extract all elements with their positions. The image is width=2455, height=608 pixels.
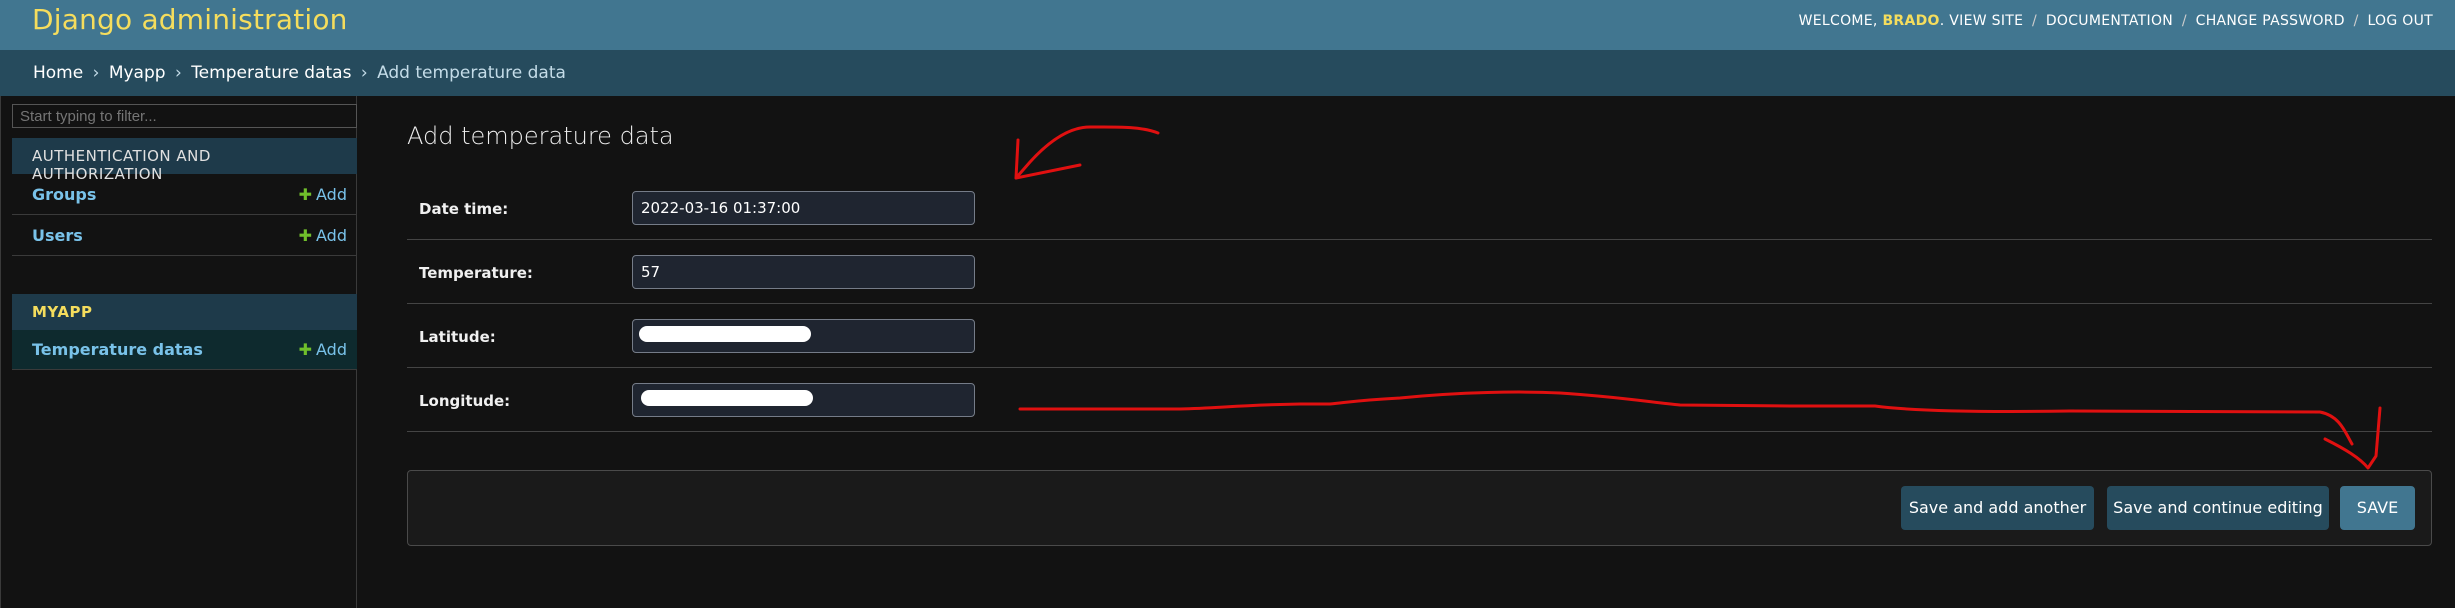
submit-row: Save and add another Save and continue e… — [407, 470, 2432, 546]
welcome-text: WELCOME, — [1798, 13, 1878, 29]
sidebar-item-users: Users ✚ Add — [12, 215, 357, 256]
form-row-latitude: Latitude: — [407, 304, 2432, 368]
save-button[interactable]: SAVE — [2340, 486, 2415, 530]
breadcrumb-current: Add temperature data — [377, 63, 566, 83]
plus-icon: ✚ — [298, 185, 313, 204]
module-caption-auth[interactable]: AUTHENTICATION AND AUTHORIZATION — [12, 138, 357, 183]
save-and-continue-button[interactable]: Save and continue editing — [2107, 486, 2329, 530]
temperature-label: Temperature: — [419, 264, 533, 282]
annotation-arrow-top — [1014, 125, 1160, 180]
nav-sidebar: AUTHENTICATION AND AUTHORIZATION Groups … — [0, 96, 357, 608]
site-branding[interactable]: Django administration — [32, 3, 348, 36]
date-time-input[interactable] — [632, 191, 975, 225]
longitude-label: Longitude: — [419, 392, 511, 410]
longitude-input[interactable] — [632, 383, 975, 417]
module-caption-myapp[interactable]: MYAPP — [12, 294, 357, 330]
documentation-link[interactable]: DOCUMENTATION — [2046, 13, 2173, 29]
sidebar-item-temperature-datas: Temperature datas ✚ Add — [12, 330, 357, 370]
nav-filter-input[interactable] — [12, 104, 357, 128]
add-temperature-data-link[interactable]: ✚ Add — [299, 340, 347, 359]
plus-icon: ✚ — [298, 340, 313, 359]
form-row-longitude: Longitude: — [407, 368, 2432, 432]
breadcrumb: Home › Myapp › Temperature datas › Add t… — [0, 50, 2455, 96]
add-user-link[interactable]: ✚ Add — [299, 226, 347, 245]
form-row-date-time: Date time: — [407, 176, 2432, 240]
change-password-link[interactable]: CHANGE PASSWORD — [2196, 13, 2345, 29]
redaction-mark — [641, 390, 813, 406]
user-tools: WELCOME, BRADO. VIEW SITE / DOCUMENTATIO… — [1798, 13, 2433, 29]
username: BRADO — [1882, 13, 1940, 29]
view-site-link[interactable]: VIEW SITE — [1949, 13, 2023, 29]
redaction-mark — [639, 326, 811, 342]
latitude-input[interactable] — [632, 319, 975, 353]
users-link[interactable]: Users — [32, 226, 83, 245]
temperature-input[interactable] — [632, 255, 975, 289]
breadcrumb-myapp[interactable]: Myapp — [109, 63, 166, 83]
page-title: Add temperature data — [407, 122, 674, 150]
add-group-link[interactable]: ✚ Add — [299, 185, 347, 204]
form-row-temperature: Temperature: — [407, 240, 2432, 304]
latitude-label: Latitude: — [419, 328, 496, 346]
breadcrumb-temperature-datas[interactable]: Temperature datas — [191, 63, 351, 83]
temperature-datas-link[interactable]: Temperature datas — [32, 340, 203, 359]
date-time-label: Date time: — [419, 200, 509, 218]
sidebar-item-groups: Groups ✚ Add — [12, 174, 357, 215]
site-header: Django administration WELCOME, BRADO. VI… — [0, 0, 2455, 50]
groups-link[interactable]: Groups — [32, 185, 96, 204]
plus-icon: ✚ — [298, 226, 313, 245]
save-and-add-another-button[interactable]: Save and add another — [1901, 486, 2094, 530]
breadcrumb-home[interactable]: Home — [33, 63, 83, 83]
log-out-link[interactable]: LOG OUT — [2367, 13, 2433, 29]
